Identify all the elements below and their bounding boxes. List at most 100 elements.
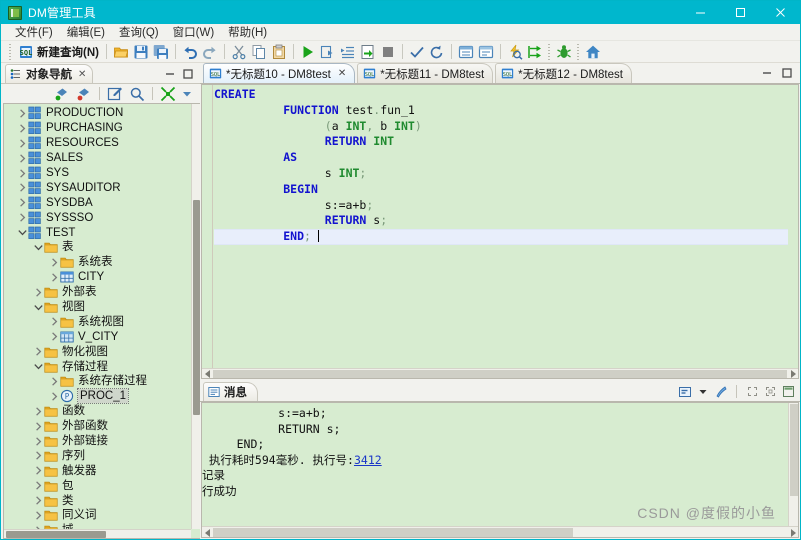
- menu-query[interactable]: 查询(Q): [112, 23, 166, 42]
- find-button[interactable]: [505, 42, 525, 62]
- tree-horizontal-scrollbar[interactable]: [4, 529, 191, 538]
- tree-item[interactable]: P PROC_1: [4, 388, 191, 405]
- flow-button[interactable]: [525, 42, 545, 62]
- tree-item[interactable]: 同义词: [4, 508, 191, 523]
- chevron-right-icon[interactable]: [32, 450, 44, 462]
- chevron-right-icon[interactable]: [32, 435, 44, 447]
- chevron-down-icon[interactable]: [32, 301, 44, 313]
- tree-item[interactable]: 系统表: [4, 255, 191, 270]
- scroll-right-arrow[interactable]: [787, 369, 798, 379]
- scrollbar-thumb[interactable]: [213, 370, 787, 378]
- menu-window[interactable]: 窗口(W): [166, 23, 222, 42]
- tree-item[interactable]: 序列: [4, 448, 191, 463]
- undo-button[interactable]: [180, 42, 200, 62]
- commit-button[interactable]: [407, 42, 427, 62]
- close-button[interactable]: [760, 1, 800, 24]
- tree-item[interactable]: SALES: [4, 151, 191, 166]
- explain-button[interactable]: [456, 42, 476, 62]
- maximize-panel-icon[interactable]: [764, 386, 776, 398]
- edit-button[interactable]: [105, 84, 125, 104]
- copy-button[interactable]: [249, 42, 269, 62]
- tree-item[interactable]: PURCHASING: [4, 121, 191, 136]
- save-button[interactable]: [131, 42, 151, 62]
- sql-code-text[interactable]: CREATE FUNCTION test.fun_1 (a INT, b INT…: [214, 85, 788, 368]
- chevron-right-icon[interactable]: [48, 271, 60, 283]
- chevron-right-icon[interactable]: [32, 346, 44, 358]
- tree-item[interactable]: TEST: [4, 225, 191, 240]
- tree-item[interactable]: 包: [4, 478, 191, 493]
- new-query-button[interactable]: SQL 新建查询(N): [15, 42, 102, 62]
- tab-object-navigator[interactable]: 对象导航 ✕: [5, 64, 94, 83]
- tree-item[interactable]: SYSDBA: [4, 195, 191, 210]
- tree-item[interactable]: V_CITY: [4, 329, 191, 344]
- minimize-panel-icon[interactable]: [782, 386, 794, 398]
- menu-help[interactable]: 帮助(H): [221, 23, 274, 42]
- rollback-button[interactable]: [427, 42, 447, 62]
- execution-id-link[interactable]: 3412: [354, 453, 382, 467]
- stop-button[interactable]: [378, 42, 398, 62]
- toolbar-grip[interactable]: [8, 43, 13, 60]
- chevron-right-icon[interactable]: [32, 465, 44, 477]
- tree-item[interactable]: RESOURCES: [4, 136, 191, 151]
- connect-button[interactable]: [52, 84, 72, 104]
- view-menu-button[interactable]: [180, 84, 194, 104]
- tree-item[interactable]: 外部函数: [4, 419, 191, 434]
- search-button[interactable]: [127, 84, 147, 104]
- paste-button[interactable]: [269, 42, 289, 62]
- scrollbar-thumb[interactable]: [213, 528, 573, 537]
- close-icon[interactable]: ✕: [78, 69, 86, 80]
- execute-script-button[interactable]: [318, 42, 338, 62]
- execute-button[interactable]: [298, 42, 318, 62]
- menu-edit[interactable]: 编辑(E): [60, 23, 112, 42]
- chevron-right-icon[interactable]: [48, 390, 60, 402]
- chevron-right-icon[interactable]: [16, 122, 28, 134]
- message-vertical-scrollbar[interactable]: [788, 403, 798, 526]
- tree-item[interactable]: 视图: [4, 300, 191, 315]
- maximize-button[interactable]: [720, 1, 760, 24]
- toolbar-grip[interactable]: [546, 43, 552, 60]
- tree-item[interactable]: CITY: [4, 270, 191, 285]
- scroll-right-arrow[interactable]: [787, 527, 798, 537]
- cut-button[interactable]: [229, 42, 249, 62]
- minimize-icon[interactable]: [761, 67, 773, 79]
- chevron-right-icon[interactable]: [48, 316, 60, 328]
- execute-plan-button[interactable]: [338, 42, 358, 62]
- tab-untitled-10[interactable]: SQL *无标题10 - DM8test ✕: [203, 63, 356, 83]
- chevron-right-icon[interactable]: [32, 495, 44, 507]
- chevron-right-icon[interactable]: [32, 420, 44, 432]
- debug-button[interactable]: [554, 42, 574, 62]
- chevron-right-icon[interactable]: [16, 167, 28, 179]
- tree-item[interactable]: 系统存储过程: [4, 374, 191, 389]
- chevron-right-icon[interactable]: [16, 212, 28, 224]
- tree-item[interactable]: 存储过程: [4, 359, 191, 374]
- clear-icon[interactable]: [715, 385, 727, 398]
- editor-horizontal-scrollbar[interactable]: [202, 368, 798, 378]
- chevron-right-icon[interactable]: [32, 286, 44, 298]
- scroll-left-arrow[interactable]: [202, 369, 213, 379]
- chevron-right-icon[interactable]: [32, 509, 44, 521]
- layout-icon[interactable]: [679, 386, 691, 398]
- chevron-right-icon[interactable]: [16, 107, 28, 119]
- tab-untitled-12[interactable]: SQL *无标题12 - DM8test: [495, 63, 632, 83]
- toolbar-grip[interactable]: [575, 43, 581, 60]
- export-button[interactable]: [358, 42, 378, 62]
- maximize-icon[interactable]: [182, 68, 194, 80]
- chevron-right-icon[interactable]: [32, 405, 44, 417]
- chevron-right-icon[interactable]: [16, 137, 28, 149]
- chevron-right-icon[interactable]: [48, 256, 60, 268]
- message-output[interactable]: s:=a+b; RETURN s; END; 执行耗时594毫秒. 执行号:34…: [201, 402, 799, 538]
- scrollbar-thumb[interactable]: [6, 531, 106, 538]
- tree-item[interactable]: 系统视图: [4, 314, 191, 329]
- tree-item[interactable]: 类: [4, 493, 191, 508]
- tree-item[interactable]: SYSSSO: [4, 210, 191, 225]
- tree-item[interactable]: SYSAUDITOR: [4, 180, 191, 195]
- tree-item[interactable]: 外部链接: [4, 434, 191, 449]
- restore-icon[interactable]: [746, 386, 758, 398]
- scroll-left-arrow[interactable]: [202, 527, 213, 537]
- tree-vertical-scrollbar[interactable]: [191, 104, 200, 529]
- chevron-right-icon[interactable]: [48, 331, 60, 343]
- home-button[interactable]: [583, 42, 603, 62]
- tree-item[interactable]: 触发器: [4, 463, 191, 478]
- chevron-right-icon[interactable]: [16, 182, 28, 194]
- message-horizontal-scrollbar[interactable]: [202, 526, 798, 537]
